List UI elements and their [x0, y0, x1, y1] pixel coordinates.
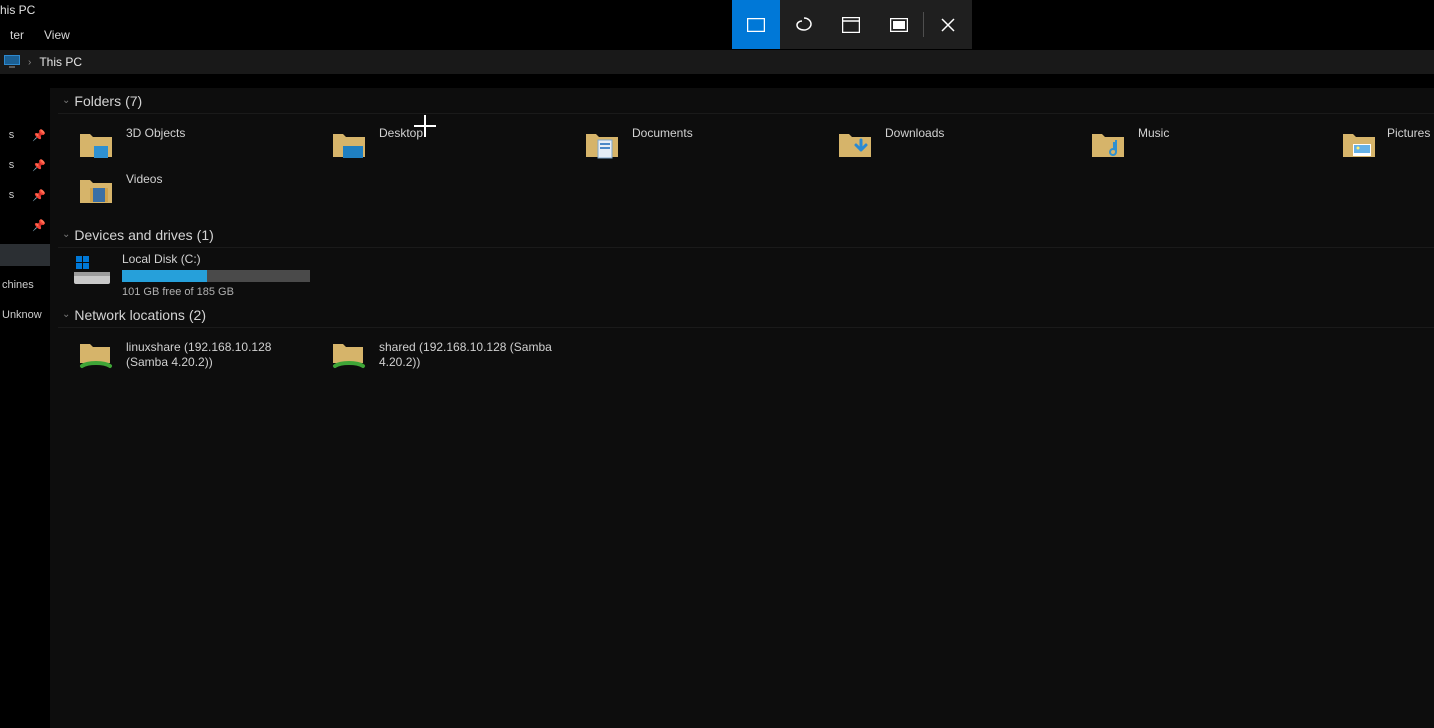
sidebar-item[interactable]: 📌: [0, 214, 50, 236]
chevron-down-icon: ⌄: [62, 309, 70, 320]
folder-label: Desktop: [379, 124, 423, 141]
menubar: ter View: [0, 20, 1434, 50]
chevron-right-icon: ›: [28, 57, 31, 68]
network-grid: linuxshare (192.168.10.128 (Samba 4.20.2…: [58, 328, 1434, 392]
sidebar-item-label: s: [9, 129, 15, 141]
window-titlebar: his PC: [0, 0, 1434, 20]
pin-icon: 📌: [32, 129, 46, 142]
folder-label: Documents: [632, 124, 693, 141]
freeform-snip-icon: [795, 16, 813, 34]
chevron-down-icon: ⌄: [62, 95, 70, 106]
drive-meta: Local Disk (C:) 101 GB free of 185 GB: [122, 252, 310, 298]
group-header-drives[interactable]: ⌄ Devices and drives (1): [58, 222, 1434, 248]
folder-pictures-icon: [1341, 124, 1377, 164]
sidebar-item-selected[interactable]: [0, 244, 50, 266]
breadcrumb-this-pc[interactable]: This PC: [39, 55, 82, 69]
window-snip-icon: [842, 17, 860, 33]
folder-pictures[interactable]: Pictures: [1337, 120, 1427, 166]
sidebar-item-label: chines: [2, 279, 34, 291]
rectangular-snip-icon: [747, 18, 765, 32]
drive-free-text: 101 GB free of 185 GB: [122, 286, 310, 298]
folder-downloads-icon: [835, 124, 875, 164]
folders-grid: 3D Objects Desktop Documents Downloads M…: [58, 114, 1434, 222]
network-folder-icon: [76, 338, 116, 378]
close-icon: [941, 18, 955, 32]
window-title: his PC: [0, 3, 35, 17]
folder-desktop[interactable]: Desktop: [325, 120, 578, 166]
snip-rectangular-button[interactable]: [732, 0, 780, 49]
group-title: Devices and drives: [74, 227, 192, 243]
group-count: (1): [197, 227, 214, 243]
snip-fullscreen-button[interactable]: [875, 0, 923, 49]
drive-name: Local Disk (C:): [122, 252, 310, 266]
folder-downloads[interactable]: Downloads: [831, 120, 1084, 166]
folder-music-icon: [1088, 124, 1128, 164]
drive-usage-bar: [122, 270, 310, 282]
sidebar-item[interactable]: s 📌: [0, 154, 50, 176]
this-pc-icon: [4, 55, 20, 69]
snip-freeform-button[interactable]: [780, 0, 828, 49]
chevron-down-icon: ⌄: [62, 229, 70, 240]
snip-close-button[interactable]: [924, 0, 972, 49]
folder-label: Pictures: [1387, 124, 1430, 141]
pin-icon: 📌: [32, 189, 46, 202]
folder-label: Music: [1138, 124, 1169, 141]
group-count: (2): [189, 307, 206, 323]
folder-desktop-icon: [329, 124, 369, 164]
address-bar[interactable]: › This PC: [0, 50, 1434, 74]
content-pane: ⌄ Folders (7) 3D Objects Desktop Documen…: [50, 88, 1434, 728]
folder-videos[interactable]: Videos: [72, 166, 325, 212]
menu-item-computer[interactable]: ter: [0, 22, 34, 48]
network-share-label: linuxshare (192.168.10.128 (Samba 4.20.2…: [126, 338, 311, 370]
group-header-network[interactable]: ⌄ Network locations (2): [58, 302, 1434, 328]
network-share-linuxshare[interactable]: linuxshare (192.168.10.128 (Samba 4.20.2…: [72, 334, 325, 382]
folder-label: 3D Objects: [126, 124, 185, 141]
fullscreen-snip-icon: [890, 18, 908, 32]
sidebar-item[interactable]: s 📌: [0, 184, 50, 206]
sidebar-item[interactable]: s 📌: [0, 124, 50, 146]
sidebar-item-label: Unknow: [2, 309, 42, 321]
sidebar-item-label: s: [9, 159, 15, 171]
folder-3d-objects[interactable]: 3D Objects: [72, 120, 325, 166]
folder-videos-icon: [76, 170, 116, 210]
snip-window-button[interactable]: [828, 0, 876, 49]
group-title: Folders: [74, 93, 121, 109]
folder-label: Downloads: [885, 124, 944, 141]
folder-label: Videos: [126, 170, 162, 187]
network-share-label: shared (192.168.10.128 (Samba 4.20.2)): [379, 338, 564, 370]
drive-local-disk-c[interactable]: Local Disk (C:) 101 GB free of 185 GB: [58, 248, 318, 302]
group-count: (7): [125, 93, 142, 109]
folder-documents-icon: [582, 124, 622, 164]
sidebar-item-label: s: [9, 189, 15, 201]
folder-music[interactable]: Music: [1084, 120, 1337, 166]
pin-icon: 📌: [32, 159, 46, 172]
network-folder-icon: [329, 338, 369, 378]
folder-documents[interactable]: Documents: [578, 120, 831, 166]
sidebar-item[interactable]: chines: [0, 274, 50, 296]
snip-toolbar: [732, 0, 972, 49]
drive-icon: [72, 252, 112, 292]
pin-icon: 📌: [32, 219, 46, 232]
folder-3d-objects-icon: [76, 124, 116, 164]
menu-item-view[interactable]: View: [34, 22, 80, 48]
group-title: Network locations: [74, 307, 185, 323]
sidebar-item[interactable]: Unknow: [0, 304, 50, 326]
group-header-folders[interactable]: ⌄ Folders (7): [58, 88, 1434, 114]
navigation-pane: s 📌 s 📌 s 📌 📌 chines Unknow: [0, 74, 50, 728]
network-share-shared[interactable]: shared (192.168.10.128 (Samba 4.20.2)): [325, 334, 578, 382]
